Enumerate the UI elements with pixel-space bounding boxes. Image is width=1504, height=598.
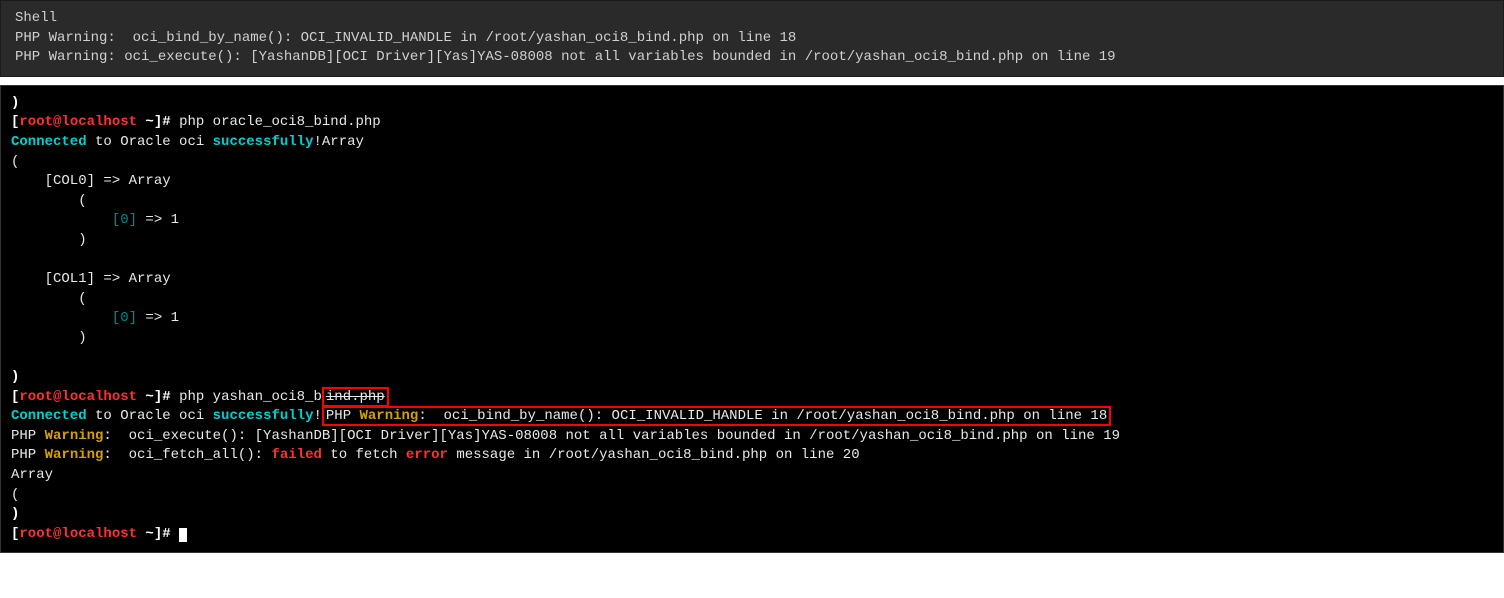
paren: ) bbox=[11, 506, 19, 522]
terminal-output: )[root@localhost ~]# php oracle_oci8_bin… bbox=[0, 85, 1504, 554]
prompt-end: ]# bbox=[154, 526, 179, 542]
warning-1-msg: oci_bind_by_name(): OCI_INVALID_HANDLE i… bbox=[444, 408, 1108, 424]
colon: : bbox=[103, 428, 120, 444]
php-label: PHP bbox=[326, 408, 360, 424]
warning-3-a: oci_fetch_all(): bbox=[120, 447, 271, 463]
code-title: Shell bbox=[15, 9, 1489, 29]
colon: : bbox=[103, 447, 120, 463]
prompt-path: ~ bbox=[137, 526, 154, 542]
connected-word: Connected bbox=[11, 134, 87, 150]
prompt-path: ~ bbox=[137, 114, 154, 130]
prompt-path: ~ bbox=[137, 389, 154, 405]
prompt-user: root@localhost bbox=[19, 114, 137, 130]
paren: ) bbox=[11, 95, 19, 111]
paren: ( bbox=[11, 154, 19, 170]
paren: ( bbox=[11, 193, 87, 209]
paren: ) bbox=[11, 369, 19, 385]
warning-3-b: to fetch bbox=[322, 447, 406, 463]
paren: ) bbox=[11, 330, 87, 346]
warning-2-msg: oci_execute(): [YashanDB][OCI Driver][Ya… bbox=[120, 428, 1120, 444]
highlighted-error-box: ind.php bbox=[322, 387, 389, 407]
command-1: php oracle_oci8_bind.php bbox=[179, 114, 381, 130]
php-label: PHP bbox=[11, 447, 45, 463]
code-line-1: PHP Warning: oci_bind_by_name(): OCI_INV… bbox=[15, 29, 1489, 49]
php-label: PHP bbox=[11, 428, 45, 444]
index-0: [0] bbox=[11, 310, 137, 326]
prompt-user: root@localhost bbox=[19, 389, 137, 405]
warning-word: Warning bbox=[45, 428, 104, 444]
code-line-2: PHP Warning: oci_execute(): [YashanDB][O… bbox=[15, 48, 1489, 68]
paren: ( bbox=[11, 487, 19, 503]
command-2b-strike: ind.php bbox=[326, 389, 385, 405]
value-1: => 1 bbox=[137, 310, 179, 326]
array-suffix: !Array bbox=[313, 134, 363, 150]
paren: ( bbox=[11, 291, 87, 307]
prompt-user: root@localhost bbox=[19, 526, 137, 542]
index-0: [0] bbox=[11, 212, 137, 228]
warning-word: Warning bbox=[360, 408, 419, 424]
highlighted-error-boxed: PHP Warning: oci_bind_by_name(): OCI_INV… bbox=[322, 406, 1111, 426]
warning-3-c: message in /root/yashan_oci8_bind.php on… bbox=[448, 447, 860, 463]
prompt-end: ]# bbox=[154, 389, 179, 405]
connected-word: Connected bbox=[11, 408, 87, 424]
shell-code-block: ShellPHP Warning: oci_bind_by_name(): OC… bbox=[0, 0, 1504, 77]
exclaim: ! bbox=[313, 408, 321, 424]
paren: ) bbox=[11, 232, 87, 248]
command-2a: php yashan_oci8_b bbox=[179, 389, 322, 405]
failed-word: failed bbox=[271, 447, 321, 463]
prompt-end: ]# bbox=[154, 114, 179, 130]
error-word: error bbox=[406, 447, 448, 463]
value-1: => 1 bbox=[137, 212, 179, 228]
col1-label: [COL1] => Array bbox=[11, 271, 171, 287]
successfully-word: successfully bbox=[213, 408, 314, 424]
conn-text: to Oracle oci bbox=[87, 408, 213, 424]
array-word: Array bbox=[11, 467, 53, 483]
cursor-icon bbox=[179, 528, 187, 542]
colon: : bbox=[418, 408, 443, 424]
warning-word: Warning bbox=[45, 447, 104, 463]
col0-label: [COL0] => Array bbox=[11, 173, 171, 189]
successfully-word: successfully bbox=[213, 134, 314, 150]
conn-text: to Oracle oci bbox=[87, 134, 213, 150]
